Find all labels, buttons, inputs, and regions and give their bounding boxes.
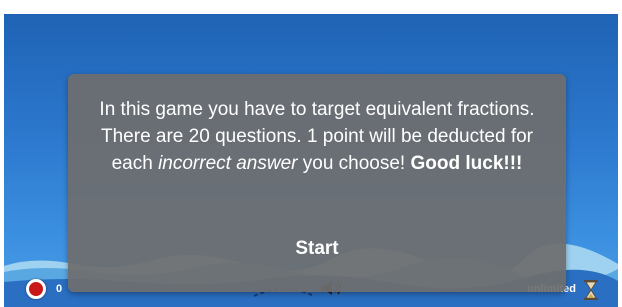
- red-circle-icon: [26, 279, 46, 299]
- score-value: 0: [56, 283, 63, 295]
- message-emphasis: incorrect answer: [158, 153, 298, 174]
- start-button[interactable]: Start: [267, 234, 367, 264]
- good-luck-text: Good luck!!!: [410, 153, 523, 174]
- hourglass-icon: [584, 280, 598, 300]
- message-text-end: you choose!: [302, 153, 406, 174]
- instructions-message: In this game you have to target equivale…: [86, 96, 548, 177]
- instructions-dialog: In this game you have to target equivale…: [68, 74, 566, 292]
- game-stage: 0 unlimited In this game you have to tar…: [4, 14, 618, 307]
